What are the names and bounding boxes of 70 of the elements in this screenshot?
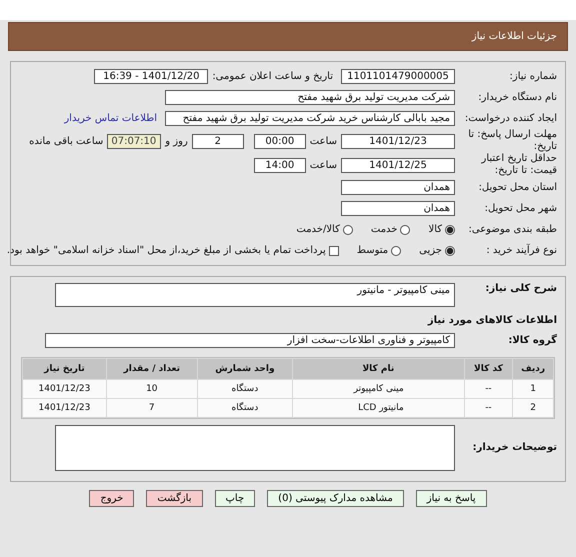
text-field[interactable]: شرکت مدیریت تولید برق شهید مفتح bbox=[165, 90, 455, 105]
radio-button[interactable] bbox=[400, 224, 410, 234]
section-heading: اطلاعات کالاهای مورد نیاز bbox=[428, 314, 557, 328]
table-cell: 7 bbox=[106, 399, 197, 417]
action-button[interactable]: مشاهده مدارک پیوستی (0) bbox=[267, 490, 404, 507]
column-header: ردیف bbox=[513, 359, 553, 379]
field-label: نام دستگاه خریدار: bbox=[477, 92, 557, 104]
countdown-field[interactable]: 07:07:10 bbox=[107, 134, 162, 148]
text-field[interactable]: 14:00 bbox=[254, 158, 306, 172]
field-label: ایجاد کننده درخواست: bbox=[464, 112, 557, 124]
field-label: استان محل تحویل: bbox=[478, 182, 557, 194]
action-button[interactable]: چاپ bbox=[214, 490, 256, 507]
text-field[interactable]: 1401/12/20 - 16:39 bbox=[94, 69, 208, 84]
radio-button[interactable] bbox=[391, 246, 402, 256]
exit-button[interactable]: خروج bbox=[89, 490, 134, 507]
text-field[interactable]: 00:00 bbox=[254, 134, 306, 148]
text-field[interactable]: همدان bbox=[341, 180, 455, 195]
table-cell: دستگاه bbox=[198, 380, 292, 398]
field-label: توضیحات خریدار: bbox=[472, 442, 557, 454]
text-field[interactable]: کامپیوتر و فناوری اطلاعات-سخت افزار bbox=[45, 333, 455, 348]
column-header: تعداد / مقدار bbox=[106, 359, 197, 379]
radio-button[interactable] bbox=[445, 224, 455, 234]
radio-button[interactable] bbox=[445, 246, 455, 256]
text-field[interactable]: همدان bbox=[341, 201, 455, 216]
checkbox[interactable] bbox=[328, 246, 339, 256]
table-cell: 2 bbox=[513, 399, 553, 417]
text-area[interactable]: مینی کامپیوتر - مانیتور bbox=[55, 283, 455, 307]
text-field[interactable]: 2 bbox=[192, 134, 244, 148]
option-label: خدمت bbox=[370, 224, 398, 235]
field-label: تاریخ و ساعت اعلان عمومی: bbox=[212, 71, 333, 82]
field-label: شهر محل تحویل: bbox=[484, 202, 557, 214]
table-cell: دستگاه bbox=[198, 399, 292, 417]
field-label: روز و bbox=[165, 136, 188, 146]
table-cell: مینی کامپیوتر bbox=[293, 380, 464, 398]
field-label: شرح کلی نیاز: bbox=[484, 283, 557, 295]
text-field[interactable]: 1101101479000005 bbox=[341, 69, 455, 84]
field-label: ساعت باقی مانده bbox=[29, 136, 104, 146]
column-header: واحد شمارش bbox=[198, 359, 292, 379]
action-button[interactable]: پاسخ به نیاز bbox=[416, 490, 487, 507]
table-cell: مانیتور LCD bbox=[293, 399, 464, 417]
column-header: کد کالا bbox=[464, 359, 512, 379]
field-label: نوع فرآیند خرید : bbox=[485, 244, 557, 256]
table-cell: 1401/12/23 bbox=[23, 380, 106, 398]
contact-link[interactable]: اطلاعات تماس خریدار bbox=[64, 113, 157, 124]
page-title: جزئیات اطلاعات نیاز bbox=[472, 31, 557, 42]
exit-button[interactable]: بازگشت bbox=[146, 490, 202, 507]
field-label: ساعت bbox=[310, 136, 337, 146]
option-label: کالا bbox=[428, 224, 442, 235]
field-label: ساعت bbox=[310, 160, 337, 170]
field-label: مهلت ارسال پاسخ: تا تاریخ: bbox=[467, 129, 557, 153]
field-label: شماره نیاز: bbox=[508, 70, 557, 82]
field-label: گروه کالا: bbox=[507, 334, 557, 346]
table-cell: 1 bbox=[513, 380, 553, 398]
text-field[interactable]: 1401/12/23 bbox=[341, 134, 455, 148]
text-area[interactable] bbox=[55, 425, 455, 471]
column-header: نام کالا bbox=[293, 359, 464, 379]
field-label: طبقه بندی موضوعی: bbox=[468, 224, 557, 236]
text-field[interactable]: 1401/12/25 bbox=[341, 158, 455, 172]
column-header: تاریخ نیاز bbox=[23, 359, 106, 379]
table-cell: -- bbox=[464, 380, 512, 398]
option-label: کالا/خدمت bbox=[296, 224, 340, 235]
checkbox-label: پرداخت تمام یا بخشی از مبلغ خرید،از محل "اسناد خزانه اسلامی" خواهد بود. bbox=[6, 245, 326, 256]
option-label: متوسط bbox=[356, 245, 388, 256]
option-label: جزیی bbox=[419, 245, 442, 256]
table-cell: 1401/12/23 bbox=[23, 399, 106, 417]
table-cell: -- bbox=[464, 399, 512, 417]
radio-button[interactable] bbox=[342, 224, 353, 234]
text-field[interactable]: مجید بابالی کارشناس خرید شرکت مدیریت تولید برق شهید مفتح bbox=[165, 111, 455, 126]
table-cell: 10 bbox=[106, 380, 197, 398]
field-label: حداقل تاریخ اعتبار قیمت: تا تاریخ: bbox=[480, 153, 557, 177]
